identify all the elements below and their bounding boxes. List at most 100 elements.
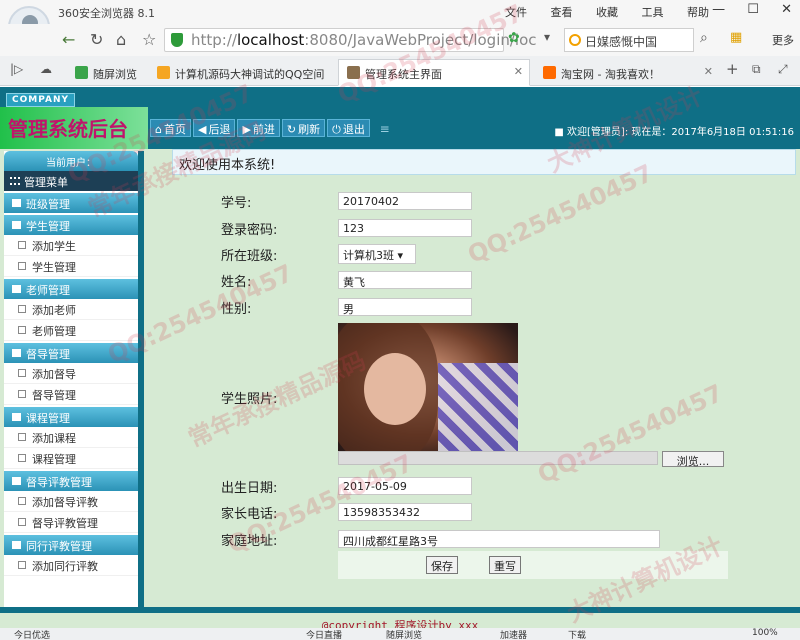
status-item-zoom[interactable]: 100% [752, 628, 778, 638]
tab-qq-space[interactable]: 计算机源码大神调试的QQ空间 [148, 59, 334, 86]
tab-admin-main[interactable]: 管理系统主界面 ✕ [338, 59, 530, 86]
sidebar-item-course-manage[interactable]: 课程管理 [4, 448, 138, 469]
close-icon[interactable]: ✕ [781, 2, 792, 17]
more-button[interactable]: 更多 [772, 32, 794, 48]
photo-sweater-shape [438, 363, 518, 451]
label-class: 所在班级: [221, 249, 278, 264]
sidebar-group-teacher[interactable]: 老师管理 [4, 279, 138, 299]
folder-icon [12, 221, 21, 229]
status-item-screen-browse[interactable]: 随屏浏览 [386, 628, 422, 640]
search-input[interactable]: 日媒感慨中国 [564, 28, 694, 52]
status-item-accelerator[interactable]: 加速器 [500, 628, 527, 640]
cloud-icon[interactable]: ☁ [40, 62, 52, 76]
apps-grid-icon[interactable]: ▦ [730, 30, 742, 45]
url-bar[interactable]: http://localhost:8080/JavaWebProject/log… [164, 28, 537, 52]
search-engine-icon [569, 34, 581, 46]
class-select-value: 计算机3班 [343, 249, 394, 262]
status-item-today-picks[interactable]: 今日优选 [14, 628, 50, 640]
save-button[interactable]: 保存 [426, 556, 458, 574]
tab-favicon-icon [543, 66, 556, 79]
label-gender: 性别: [221, 302, 252, 317]
status-item-live[interactable]: 今日直播 [306, 628, 342, 640]
phone-field[interactable]: 13598353432 [338, 503, 472, 521]
minimize-icon[interactable]: — [712, 2, 725, 17]
app-header: COMPANY 管理系统后台 ⌂ 首页 ◀ 后退 ▶ 前进 ↻ 刷新 ⏻ 退出 ≡ ■ 欢迎[管理… [0, 87, 800, 149]
menu-lines-icon[interactable]: ≡ [380, 122, 390, 136]
dropdown-chevron-icon[interactable]: ▾ [544, 30, 550, 44]
sidebar-group-class[interactable]: 班级管理 [4, 193, 138, 213]
forward-button[interactable]: ▶ 前进 [237, 119, 280, 137]
tab-close-icon[interactable]: ✕ [704, 65, 713, 78]
sidebar-item-teacher-manage[interactable]: 老师管理 [4, 320, 138, 341]
sidebar-group-supervisor[interactable]: 督导管理 [4, 343, 138, 363]
gender-field[interactable]: 男 [338, 298, 472, 316]
shield-icon [171, 33, 183, 47]
label-name: 姓名: [221, 275, 252, 290]
reload-icon[interactable]: ↻ [90, 30, 103, 49]
label-photo: 学生照片: [221, 392, 278, 407]
tab-menu-icon[interactable]: ⤢ [778, 62, 788, 77]
sidebar-item-supervisor-manage[interactable]: 督导管理 [4, 384, 138, 405]
page-icon [18, 326, 26, 334]
sidebar-group-student[interactable]: 学生管理 [4, 215, 138, 235]
status-item-download[interactable]: 下载 [568, 628, 586, 640]
back-button[interactable]: ◀ 后退 [192, 119, 236, 137]
tab-label: 管理系统主界面 [365, 68, 442, 81]
sidebar-item-add-supervisor[interactable]: 添加督导 [4, 363, 138, 384]
refresh-button[interactable]: ↻ 刷新 [281, 119, 326, 137]
student-no-field[interactable]: 20170402 [338, 192, 472, 210]
logout-button[interactable]: ⏻ 退出 [327, 119, 370, 137]
name-field[interactable]: 黄飞 [338, 271, 472, 289]
label-student-no: 学号: [221, 196, 252, 211]
restore-tab-icon[interactable]: ⧉ [752, 62, 761, 77]
sidebar-group-course[interactable]: 课程管理 [4, 407, 138, 427]
sidebar-toggle-icon[interactable]: |▷ [10, 62, 23, 76]
menu-view[interactable]: 查看 [551, 6, 573, 19]
menu-file[interactable]: 文件 [505, 6, 527, 19]
back-arrow-icon[interactable]: ← [62, 30, 75, 49]
home-button[interactable]: ⌂ 首页 [150, 119, 191, 137]
sidebar-item-student-manage[interactable]: 学生管理 [4, 256, 138, 277]
sidebar-item-add-teacher[interactable]: 添加老师 [4, 299, 138, 320]
sidebar-group-peer-eval[interactable]: 同行评教管理 [4, 535, 138, 555]
sidebar-item-add-course[interactable]: 添加课程 [4, 427, 138, 448]
sidebar-group-supervisor-eval[interactable]: 督导评教管理 [4, 471, 138, 491]
tab-taobao[interactable]: 淘宝网 - 淘我喜欢！ ✕ [534, 59, 720, 86]
refresh-green-icon[interactable]: ✿ [508, 30, 520, 46]
folder-icon [12, 199, 21, 207]
form-button-strip [338, 551, 728, 579]
label-address: 家庭地址: [221, 534, 278, 549]
tab-close-icon[interactable]: ✕ [514, 65, 523, 78]
home-icon[interactable]: ⌂ [116, 30, 126, 49]
search-icon[interactable]: ⌕ [700, 30, 708, 46]
home-icon: ⌂ [155, 123, 162, 136]
file-path-bar[interactable] [338, 451, 658, 465]
browse-button[interactable]: 浏览... [662, 451, 724, 468]
menu-favorites[interactable]: 收藏 [596, 6, 618, 19]
browser-titlebar: 360安全浏览器 8.1 文件 查看 收藏 工具 帮助 — ☐ ✕ [0, 0, 800, 24]
tab-strip: |▷ ☁ 随屏浏览 计算机源码大神调试的QQ空间 管理系统主界面 ✕ 淘宝网 -… [0, 56, 800, 86]
reset-button[interactable]: 重写 [489, 556, 521, 574]
address-field[interactable]: 四川成都红星路3号 [338, 530, 660, 548]
right-arrow-icon: ▶ [242, 123, 251, 136]
tab-label: 随屏浏览 [93, 68, 137, 81]
star-icon[interactable]: ☆ [142, 30, 156, 49]
tab-screen-browse[interactable]: 随屏浏览 [66, 59, 144, 86]
sidebar-item-add-supervisor-eval[interactable]: 添加督导评教 [4, 491, 138, 512]
sidebar-item-add-peer-eval[interactable]: 添加同行评教 [4, 555, 138, 576]
password-field[interactable]: 123 [338, 219, 472, 237]
tab-favicon-icon [75, 66, 88, 79]
tab-label: 淘宝网 - 淘我喜欢！ [561, 68, 660, 81]
birth-date-field[interactable]: 2017-05-09 [338, 477, 472, 495]
sidebar-item-add-student[interactable]: 添加学生 [4, 235, 138, 256]
menu-title: 管理菜单 [4, 171, 138, 191]
label-birth: 出生日期: [221, 481, 278, 496]
maximize-icon[interactable]: ☐ [747, 2, 759, 17]
tab-favicon-icon [347, 66, 360, 79]
class-select[interactable]: 计算机3班 ▾ [338, 244, 416, 264]
menu-tools[interactable]: 工具 [642, 6, 664, 19]
sidebar-item-supervisor-eval-manage[interactable]: 督导评教管理 [4, 512, 138, 533]
company-logo: COMPANY [6, 93, 75, 107]
new-tab-icon[interactable]: + [726, 60, 739, 78]
system-title: 管理系统后台 [8, 117, 128, 141]
